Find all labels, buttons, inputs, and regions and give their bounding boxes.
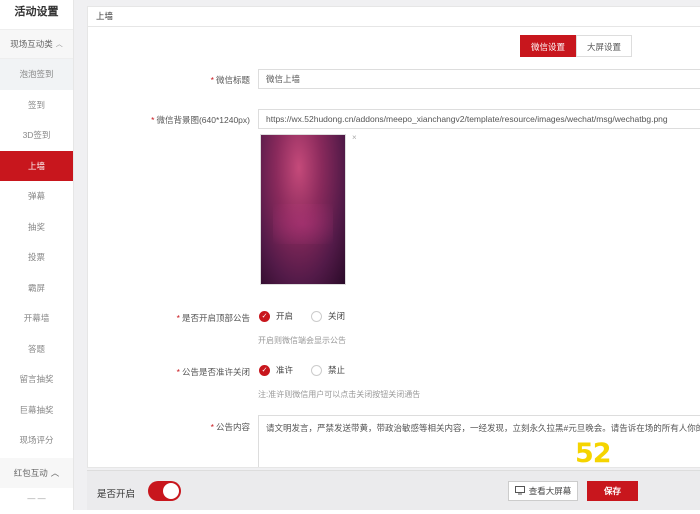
sidebar-more: — — bbox=[27, 493, 46, 503]
chevron-up-icon: ︿ bbox=[55, 41, 63, 48]
sidebar-item-message-lottery[interactable]: 留言抽奖 bbox=[0, 364, 73, 395]
top-notice-off-radio[interactable] bbox=[311, 310, 323, 322]
chevron-up-icon: ︿ bbox=[50, 467, 60, 478]
sidebar-group-label: 红包互动 bbox=[13, 467, 48, 478]
enable-toggle[interactable] bbox=[148, 481, 181, 501]
notice-content-textarea[interactable]: 请文明发言，严禁发送带黄，带政治敏感等相关内容，一经发现，立刻永久拉黑#元旦晚会… bbox=[258, 415, 700, 467]
monitor-icon bbox=[514, 485, 525, 497]
wechat-title-label: * 微信标题 bbox=[210, 75, 250, 85]
bottom-strip bbox=[0, 510, 700, 514]
remove-image-icon[interactable]: × bbox=[352, 133, 357, 142]
wechat-title-input[interactable]: 微信上墙 bbox=[258, 69, 700, 89]
page-title: 上墙 bbox=[88, 7, 700, 27]
watermark-logo: 52 bbox=[575, 438, 612, 469]
main-panel: 上墙 微信设置 大屏设置 * 微信标题 微信上墙 * 微信背景图(640*1240p… bbox=[87, 6, 700, 468]
sidebar-group-redpacket[interactable]: 红包互动 ︿ bbox=[0, 457, 73, 488]
sidebar: 活动设置 现场互动类 ︿ 泡泡签到 签到 3D签到 上墙 弹幕 抽奖 投票 霸屏… bbox=[0, 0, 74, 514]
notice-content-label: * 公告内容 bbox=[210, 422, 250, 432]
allow-close-allow-label[interactable]: 准许 bbox=[276, 364, 293, 376]
allow-close-radio-group: ✓ 准许 禁止 bbox=[259, 364, 357, 376]
sidebar-item-3d-checkin[interactable]: 3D签到 bbox=[0, 120, 73, 151]
wechat-bg-preview-image bbox=[260, 134, 346, 285]
sidebar-item-danmaku[interactable]: 弹幕 bbox=[0, 181, 73, 212]
footer-bar: 是否开启 查看大屏幕 保存 bbox=[87, 470, 700, 510]
wechat-bg-url-input[interactable]: https://wx.52hudong.cn/addons/meepo_xian… bbox=[258, 109, 700, 129]
view-screen-label: 查看大屏幕 bbox=[528, 486, 572, 496]
sidebar-item-checkin[interactable]: 签到 bbox=[0, 90, 73, 121]
save-button[interactable]: 保存 bbox=[587, 481, 638, 501]
sidebar-item-vote[interactable]: 投票 bbox=[0, 242, 73, 273]
tab-wechat-settings[interactable]: 微信设置 bbox=[520, 35, 577, 57]
sidebar-item-wall[interactable]: 上墙 bbox=[0, 150, 73, 181]
sidebar-item-quiz[interactable]: 答题 bbox=[0, 334, 73, 365]
top-notice-label: * 是否开启顶部公告 bbox=[176, 313, 250, 323]
top-notice-on-label[interactable]: 开启 bbox=[276, 310, 293, 322]
sidebar-group-label: 现场互动类 bbox=[10, 39, 53, 49]
top-notice-on-radio[interactable]: ✓ bbox=[259, 310, 270, 322]
view-screen-button[interactable]: 查看大屏幕 bbox=[508, 481, 578, 501]
allow-close-forbid-label[interactable]: 禁止 bbox=[328, 364, 345, 376]
sidebar-item-live-scoring[interactable]: 现场评分 bbox=[0, 425, 73, 456]
settings-tabs: 微信设置 大屏设置 bbox=[520, 35, 633, 57]
sidebar-item-lottery[interactable]: 抽奖 bbox=[0, 212, 73, 243]
top-notice-hint: 开启则微信端会显示公告 bbox=[258, 336, 346, 345]
tab-screen-settings[interactable]: 大屏设置 bbox=[576, 35, 633, 57]
top-notice-radio-group: ✓ 开启 关闭 bbox=[259, 310, 357, 322]
sidebar-item-bubble-checkin[interactable]: 泡泡签到 bbox=[0, 59, 73, 90]
sidebar-group-live[interactable]: 现场互动类 ︿ bbox=[0, 29, 73, 59]
enable-label: 是否开启 bbox=[97, 489, 136, 500]
sidebar-item-dominate-screen[interactable]: 霸屏 bbox=[0, 273, 73, 304]
allow-close-hint: 注:准许则微信用户可以点击关闭按钮关闭通告 bbox=[258, 390, 421, 399]
wechat-bg-label: * 微信背景图(640*1240px) bbox=[151, 115, 250, 125]
sidebar-item-big-screen-lottery[interactable]: 巨幕抽奖 bbox=[0, 395, 73, 426]
allow-close-allow-radio[interactable]: ✓ bbox=[259, 364, 270, 376]
sidebar-item-opening-wall[interactable]: 开幕墙 bbox=[0, 303, 73, 334]
sidebar-title: 活动设置 bbox=[14, 6, 59, 18]
top-notice-off-label[interactable]: 关闭 bbox=[328, 310, 345, 322]
allow-close-forbid-radio[interactable] bbox=[311, 364, 323, 376]
toggle-knob bbox=[163, 483, 179, 499]
allow-close-label: * 公告是否准许关闭 bbox=[176, 367, 250, 377]
